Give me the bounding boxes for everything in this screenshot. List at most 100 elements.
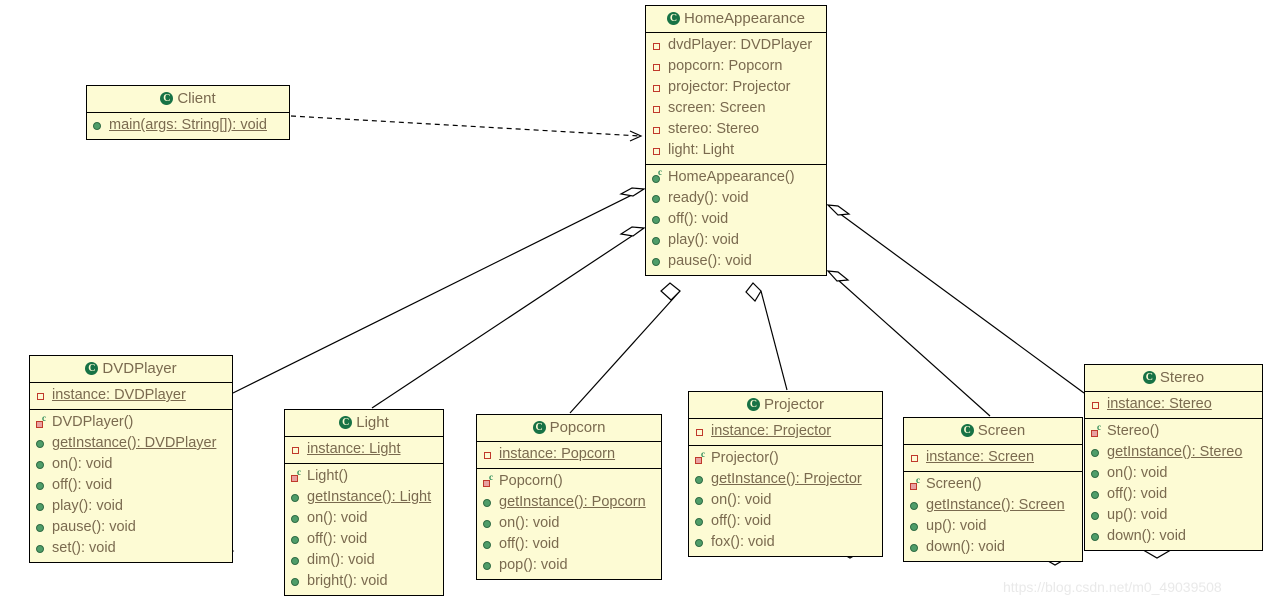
class-field: instance: Popcorn: [477, 444, 661, 465]
private-constructor-icon: [35, 414, 48, 429]
uml-class-stereo[interactable]: Stereo instance: Stereo Stereo() getInstanc…: [1084, 364, 1263, 551]
relation-homeappearance-to-light: [371, 226, 646, 409]
class-method: set(): void: [30, 538, 232, 559]
method-label: bright(): void: [307, 573, 388, 589]
methods-compartment-screen: Screen() getInstance(): Screen up(): void d…: [904, 472, 1082, 561]
public-member-icon: [92, 119, 105, 132]
class-title-popcorn: Popcorn: [477, 415, 661, 442]
class-method: play(): void: [30, 496, 232, 517]
public-member-icon: [290, 533, 303, 546]
class-method: on(): void: [689, 490, 882, 511]
class-method: getInstance(): Screen: [904, 495, 1082, 516]
class-method: off(): void: [646, 209, 826, 230]
class-field: instance: Screen: [904, 447, 1082, 468]
field-label: light: Light: [668, 142, 735, 158]
class-method: getInstance(): Projector: [689, 469, 882, 490]
class-field: instance: Stereo: [1085, 394, 1262, 415]
class-title-stereo: Stereo: [1085, 365, 1262, 392]
method-label: getInstance(): Light: [307, 489, 432, 505]
method-label: fox(): void: [711, 534, 775, 550]
class-method: getInstance(): DVDPlayer: [30, 433, 232, 454]
class-icon: [746, 398, 760, 411]
method-label: off(): void: [307, 531, 368, 547]
public-member-icon: [35, 458, 48, 471]
class-method: getInstance(): Light: [285, 487, 443, 508]
public-member-icon: [651, 213, 664, 226]
public-member-icon: [35, 437, 48, 450]
class-field: projector: Projector: [646, 77, 826, 98]
class-method: off(): void: [1085, 484, 1262, 505]
fields-compartment-projector: instance: Projector: [689, 419, 882, 446]
methods-compartment-home_appearance: HomeAppearance() ready(): void off(): void…: [646, 165, 826, 275]
private-member-icon: [651, 39, 664, 52]
class-method: dim(): void: [285, 550, 443, 571]
class-method: up(): void: [1085, 505, 1262, 526]
fields-compartment-popcorn: instance: Popcorn: [477, 442, 661, 469]
public-member-icon: [482, 496, 495, 509]
method-label: getInstance(): Projector: [711, 471, 862, 487]
class-method: Popcorn(): [477, 471, 661, 492]
uml-class-home_appearance[interactable]: HomeAppearance dvdPlayer: DVDPlayer popcor…: [645, 5, 827, 276]
class-title-light: Light: [285, 410, 443, 437]
private-constructor-icon: [909, 476, 922, 491]
class-method: on(): void: [285, 508, 443, 529]
class-icon: [532, 421, 546, 434]
uml-class-projector[interactable]: Projector instance: Projector Projector() g…: [688, 391, 883, 557]
class-method: on(): void: [477, 513, 661, 534]
method-label: play(): void: [668, 232, 739, 248]
field-label: screen: Screen: [668, 100, 766, 116]
class-method: main(args: String[]): void: [87, 115, 289, 136]
private-member-icon: [35, 389, 48, 402]
private-member-icon: [651, 81, 664, 94]
public-member-icon: [35, 542, 48, 555]
method-label: play(): void: [52, 498, 123, 514]
method-label: pause(): void: [52, 519, 136, 535]
method-label: down(): void: [926, 539, 1005, 555]
method-label: getInstance(): DVDPlayer: [52, 435, 217, 451]
public-member-icon: [290, 554, 303, 567]
uml-class-popcorn[interactable]: Popcorn instance: Popcorn Popcorn() getInst…: [476, 414, 662, 580]
fields-compartment-screen: instance: Screen: [904, 445, 1082, 472]
method-label: on(): void: [1107, 465, 1168, 481]
relation-homeappearance-to-popcorn: [569, 282, 681, 414]
uml-class-light[interactable]: Light instance: Light Light() getInstance()…: [284, 409, 444, 596]
class-method: down(): void: [904, 537, 1082, 558]
public-constructor-icon: [651, 168, 664, 184]
private-constructor-icon: [694, 450, 707, 465]
method-label: ready(): void: [668, 190, 749, 206]
class-field: instance: Light: [285, 439, 443, 460]
public-member-icon: [35, 521, 48, 534]
public-member-icon: [35, 479, 48, 492]
methods-compartment-client: main(args: String[]): void: [87, 113, 289, 139]
field-label: popcorn: Popcorn: [668, 58, 783, 74]
private-member-icon: [909, 451, 922, 464]
class-name: DVDPlayer: [102, 360, 177, 377]
private-member-icon: [694, 425, 707, 438]
class-method: off(): void: [689, 511, 882, 532]
method-label: Stereo(): [1107, 423, 1160, 439]
class-title-client: Client: [87, 86, 289, 113]
fields-compartment-home_appearance: dvdPlayer: DVDPlayer popcorn: Popcorn proj…: [646, 33, 826, 165]
public-member-icon: [694, 473, 707, 486]
field-label: instance: DVDPlayer: [52, 387, 186, 403]
field-label: instance: Screen: [926, 449, 1035, 465]
class-method: DVDPlayer(): [30, 412, 232, 433]
methods-compartment-popcorn: Popcorn() getInstance(): Popcorn on(): voi…: [477, 469, 661, 579]
class-name: Light: [356, 414, 389, 431]
method-label: getInstance(): Screen: [926, 497, 1065, 513]
method-label: pop(): void: [499, 557, 568, 573]
private-member-icon: [651, 144, 664, 157]
uml-class-dvdplayer[interactable]: DVDPlayer instance: DVDPlayer DVDPlayer() g…: [29, 355, 233, 563]
class-name: Screen: [977, 422, 1026, 439]
method-label: down(): void: [1107, 528, 1186, 544]
field-label: stereo: Stereo: [668, 121, 760, 137]
class-icon: [667, 12, 681, 25]
uml-class-client[interactable]: Client main(args: String[]): void: [86, 85, 290, 140]
method-label: on(): void: [711, 492, 772, 508]
public-member-icon: [290, 491, 303, 504]
uml-class-screen[interactable]: Screen instance: Screen Screen() getInstanc…: [903, 417, 1083, 562]
private-constructor-icon: [1090, 423, 1103, 438]
method-label: main(args: String[]): void: [109, 117, 267, 133]
private-member-icon: [651, 60, 664, 73]
relation-client-to-homeappearance: [290, 115, 643, 142]
